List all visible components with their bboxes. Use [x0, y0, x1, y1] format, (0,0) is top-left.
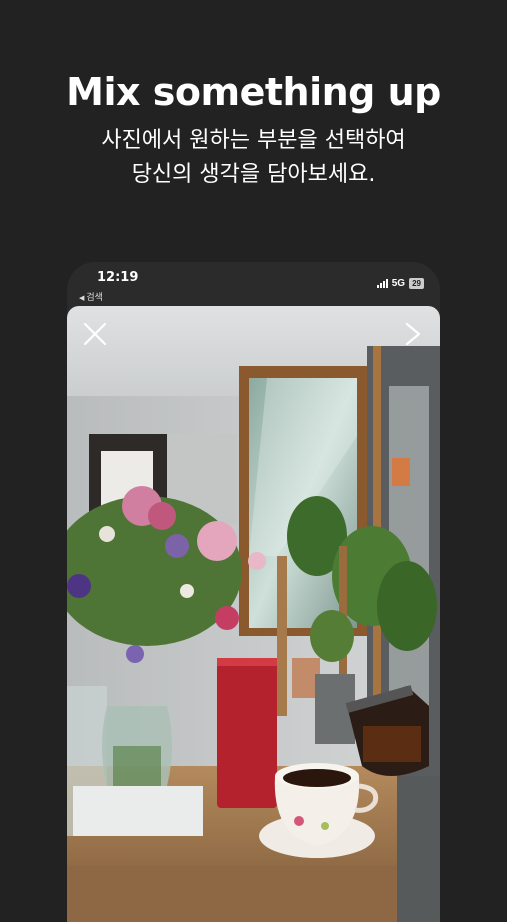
status-indicators: 5G 29	[376, 276, 424, 290]
back-arrow-icon: ◀	[79, 294, 85, 302]
chevron-right-icon	[405, 322, 421, 346]
subtitle-line-2: 당신의 생각을 담아보세요.	[131, 162, 376, 187]
photo-editor[interactable]	[67, 306, 440, 922]
status-time: 12:19	[97, 270, 139, 285]
close-icon	[83, 322, 107, 346]
signal-icon	[376, 278, 388, 288]
status-bar: 12:19 ◀ 검색 5G 29	[67, 262, 440, 306]
subtitle: 사진에서 원하는 부분을 선택하여 당신의 생각을 담아보세요.	[0, 124, 507, 192]
subtitle-line-1: 사진에서 원하는 부분을 선택하여	[101, 128, 406, 153]
close-button[interactable]	[81, 320, 109, 348]
battery-icon: 29	[409, 277, 424, 289]
back-to-search-link[interactable]: ◀ 검색	[79, 290, 103, 303]
headline: Mix something up	[66, 70, 441, 114]
back-link-label: 검색	[86, 293, 103, 303]
red-tumbler	[217, 658, 277, 808]
room-photo	[67, 306, 440, 922]
next-button[interactable]	[398, 320, 426, 348]
phone-mockup: 12:19 ◀ 검색 5G 29	[67, 262, 440, 922]
network-type: 5G	[391, 277, 406, 289]
